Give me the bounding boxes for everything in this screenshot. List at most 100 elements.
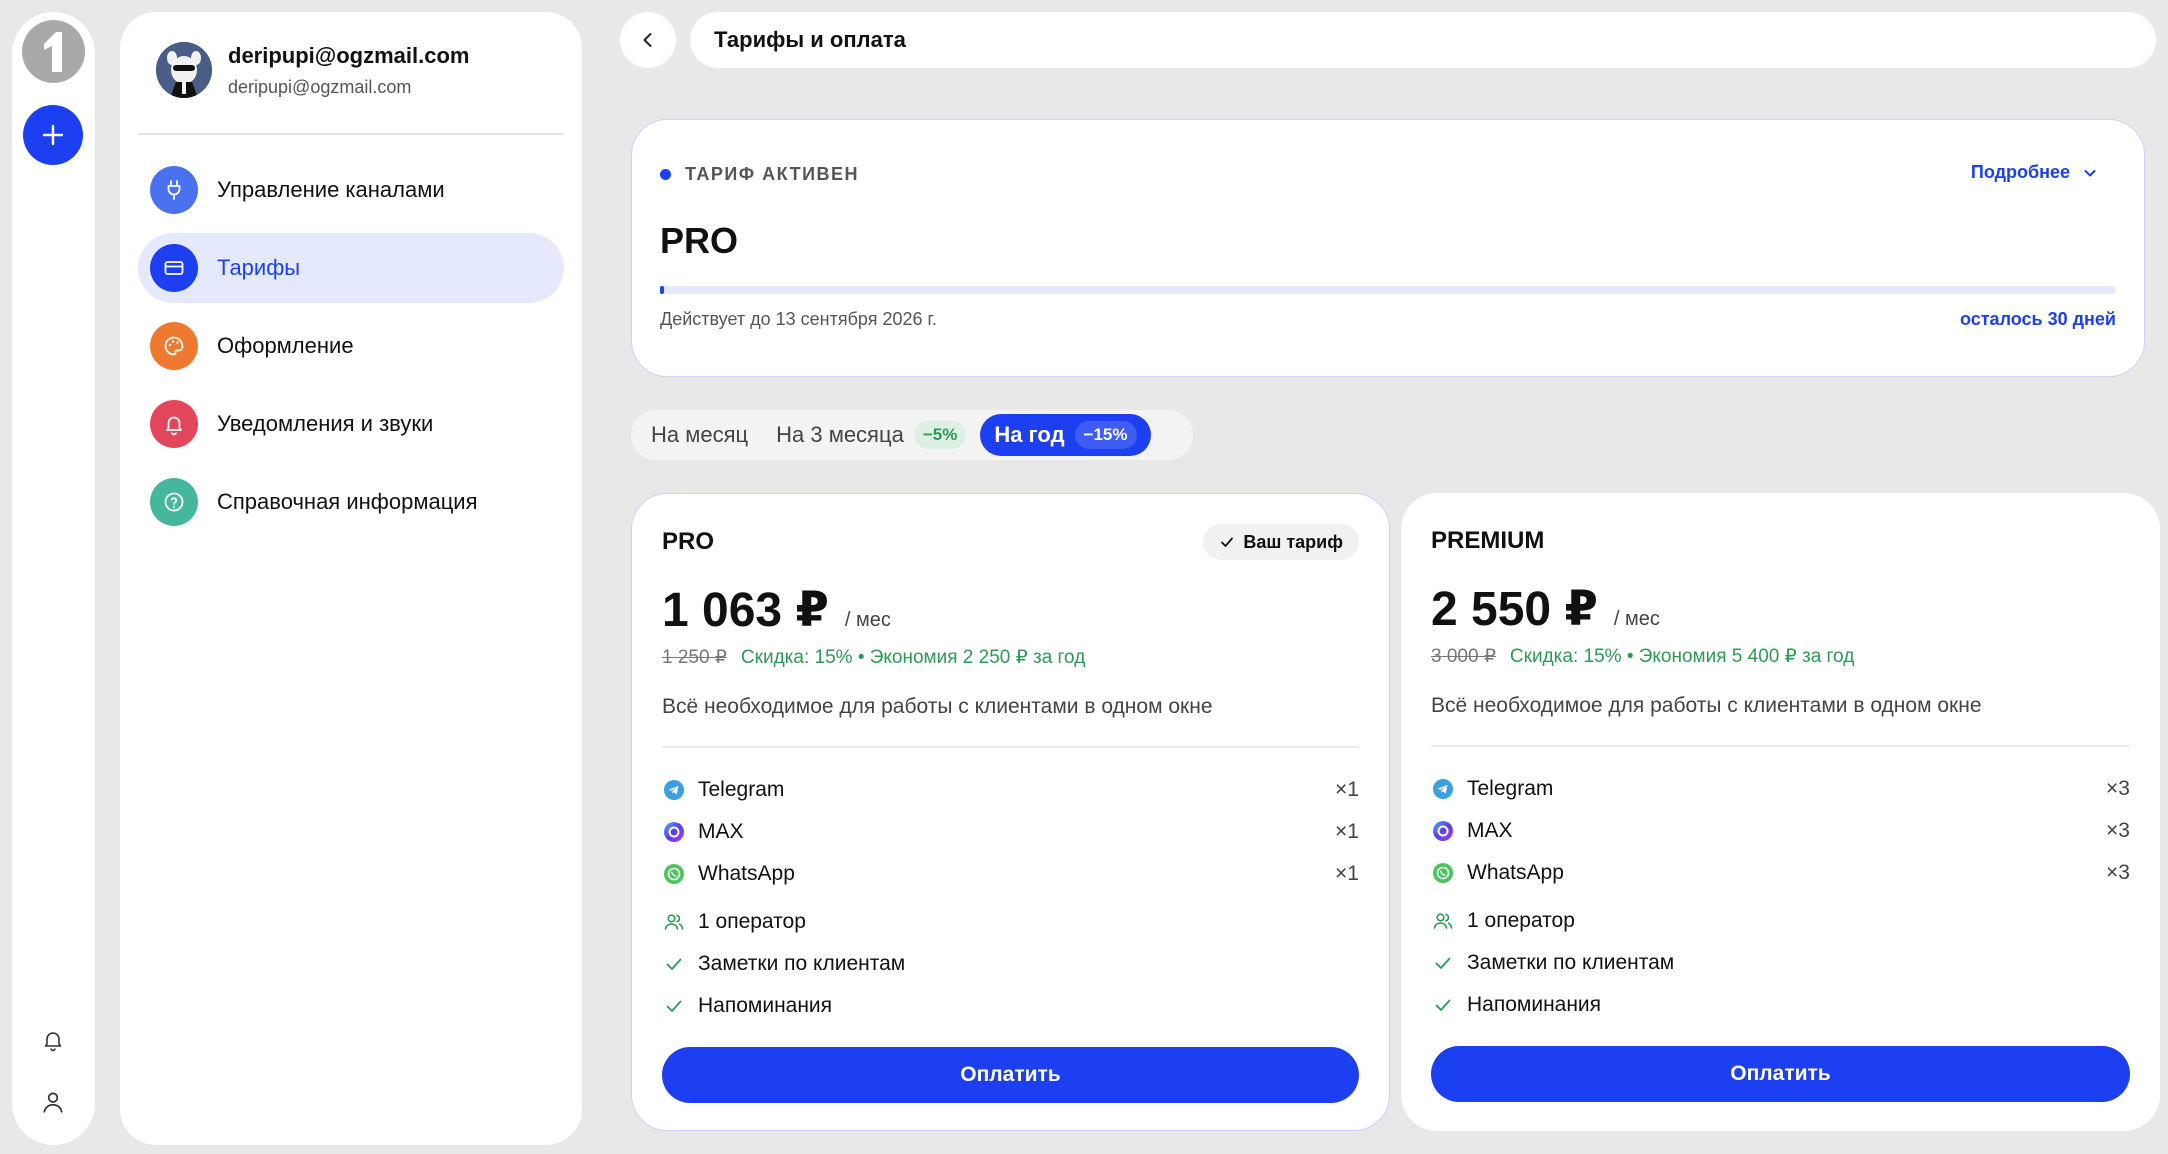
profile-name: deripupi@ogzmail.com: [228, 42, 470, 68]
telegram-icon: [662, 778, 686, 802]
pay-button[interactable]: Оплатить: [1431, 1046, 2130, 1102]
plus-icon: [42, 124, 64, 146]
period-label: На 3 месяца: [776, 422, 904, 447]
feature-label: 1 оператор: [1467, 909, 1575, 932]
notifications-button[interactable]: [37, 1024, 69, 1056]
plan-features: Telegram ×3 MAX ×3 WhatsApp ×3 1 операто…: [1431, 768, 2130, 1026]
plan-title: PRO: [662, 528, 715, 555]
check-icon: [1221, 537, 1234, 547]
check-icon: [662, 952, 686, 976]
page-title: Тарифы и оплата: [714, 27, 906, 52]
bell-icon: [44, 1032, 62, 1052]
max-icon: [662, 820, 686, 844]
feature-label: Заметки по клиентам: [698, 952, 906, 975]
current-plan-badge: Ваш тариф: [1203, 524, 1359, 560]
feature-whatsapp: WhatsApp ×3: [1431, 852, 2130, 894]
plan-price: 2 550 ₽: [1431, 583, 1598, 636]
settings-panel: deripupi@ogzmail.com deripupi@ogzmail.co…: [120, 12, 582, 1145]
check-icon: [662, 994, 686, 1018]
feature-count: ×3: [2106, 819, 2130, 842]
feature-count: ×1: [1335, 820, 1359, 843]
profile-email: deripupi@ogzmail.com: [228, 76, 412, 97]
feature-count: ×3: [2106, 861, 2130, 884]
old-price: 3 000 ₽: [1431, 646, 1496, 667]
menu-item-appearance[interactable]: Оформление: [138, 311, 564, 381]
menu-label: Справочная информация: [217, 489, 478, 514]
plan-title: PREMIUM: [1431, 527, 1545, 554]
menu-label: Уведомления и звуки: [217, 411, 434, 436]
plan-card-pro: PRO Ваш тариф 1 063 ₽ / мес 1 250 ₽ Скид…: [631, 493, 1390, 1131]
period-option-3-months[interactable]: На 3 месяца −5%: [762, 414, 980, 456]
menu-label: Тарифы: [217, 255, 301, 280]
card-icon: [150, 244, 198, 292]
feature-label: WhatsApp: [698, 862, 795, 885]
menu-item-notifications[interactable]: Уведомления и звуки: [138, 389, 564, 459]
page-header: Тарифы и оплата: [690, 12, 2156, 68]
feature-label: MAX: [698, 820, 744, 843]
max-icon: [1431, 819, 1455, 843]
menu-item-help[interactable]: Справочная информация: [138, 467, 564, 537]
menu-label: Оформление: [217, 333, 354, 358]
profile-header[interactable]: deripupi@ogzmail.com deripupi@ogzmail.co…: [156, 42, 469, 98]
active-plan-card: ТАРИФ АКТИВЕН Подробнее PRO Действует до…: [631, 119, 2145, 377]
plan-progress-bar: [660, 286, 2116, 294]
app-logo[interactable]: [22, 20, 85, 83]
period-label: На месяц: [651, 422, 749, 447]
period-option-year[interactable]: На год −15%: [980, 414, 1151, 456]
whatsapp-icon: [662, 862, 686, 886]
add-button[interactable]: [23, 105, 83, 165]
menu-item-channels[interactable]: Управление каналами: [138, 155, 564, 225]
plan-divider: [1431, 745, 2130, 747]
feature-label: 1 оператор: [698, 910, 806, 933]
period-option-month[interactable]: На месяц: [637, 414, 762, 456]
plan-description: Всё необходимое для работы с клиентами в…: [662, 695, 1213, 718]
menu-label: Управление каналами: [217, 177, 445, 202]
discount-info: Скидка: 15% • Экономия 2 250 ₽ за год: [740, 647, 1086, 668]
feature-label: WhatsApp: [1467, 861, 1564, 884]
feature-label: Напоминания: [698, 994, 833, 1017]
period-label: На год: [994, 422, 1065, 447]
profile-button[interactable]: [37, 1086, 69, 1118]
pay-button[interactable]: Оплатить: [662, 1047, 1359, 1103]
plan-card-premium: PREMIUM 2 550 ₽ / мес 3 000 ₽ Скидка: 15…: [1401, 493, 2160, 1131]
profile-divider: [138, 133, 564, 135]
menu-item-tariffs[interactable]: Тарифы: [138, 233, 564, 303]
details-toggle[interactable]: Подробнее: [1971, 162, 2098, 183]
feature-max: MAX ×1: [662, 811, 1359, 853]
price-period: / мес: [844, 609, 891, 631]
feature-label: MAX: [1467, 819, 1513, 842]
back-button[interactable]: [620, 12, 676, 68]
price-period: / мес: [1613, 608, 1660, 630]
feature-count: ×3: [2106, 777, 2130, 800]
billing-period-switch: На месяц На 3 месяца −5% На год −15%: [631, 410, 1193, 460]
discount-badge: −5%: [913, 421, 967, 449]
users-icon: [1431, 909, 1455, 933]
feature-reminders: Напоминания: [1431, 984, 2130, 1026]
feature-label: Telegram: [698, 778, 785, 801]
feature-count: ×1: [1335, 778, 1359, 801]
feature-operators: 1 оператор: [1431, 900, 2130, 942]
feature-notes: Заметки по клиентам: [662, 943, 1359, 985]
help-icon: [150, 478, 198, 526]
plan-status: ТАРИФ АКТИВЕН: [685, 164, 860, 184]
feature-label: Telegram: [1467, 777, 1554, 800]
feature-operators: 1 оператор: [662, 901, 1359, 943]
plan-divider: [662, 746, 1359, 748]
app-rail: [12, 12, 95, 1145]
feature-count: ×1: [1335, 862, 1359, 885]
chevron-down-icon: [2084, 169, 2096, 176]
plan-features: Telegram ×1 MAX ×1 WhatsApp ×1 1 операто…: [662, 769, 1359, 1027]
telegram-icon: [1431, 777, 1455, 801]
days-left: осталось 30 дней: [1959, 309, 2116, 329]
status-dot: [660, 169, 671, 180]
valid-until: Действует до 13 сентября 2026 г.: [660, 309, 937, 329]
feature-notes: Заметки по клиентам: [1431, 942, 2130, 984]
feature-whatsapp: WhatsApp ×1: [662, 853, 1359, 895]
bell-icon: [150, 400, 198, 448]
feature-telegram: Telegram ×1: [662, 769, 1359, 811]
current-plan-label: Ваш тариф: [1243, 531, 1343, 552]
plan-price: 1 063 ₽: [662, 584, 829, 637]
palette-icon: [150, 322, 198, 370]
discount-info: Скидка: 15% • Экономия 5 400 ₽ за год: [1509, 646, 1855, 667]
plan-progress-fill: [660, 286, 665, 294]
